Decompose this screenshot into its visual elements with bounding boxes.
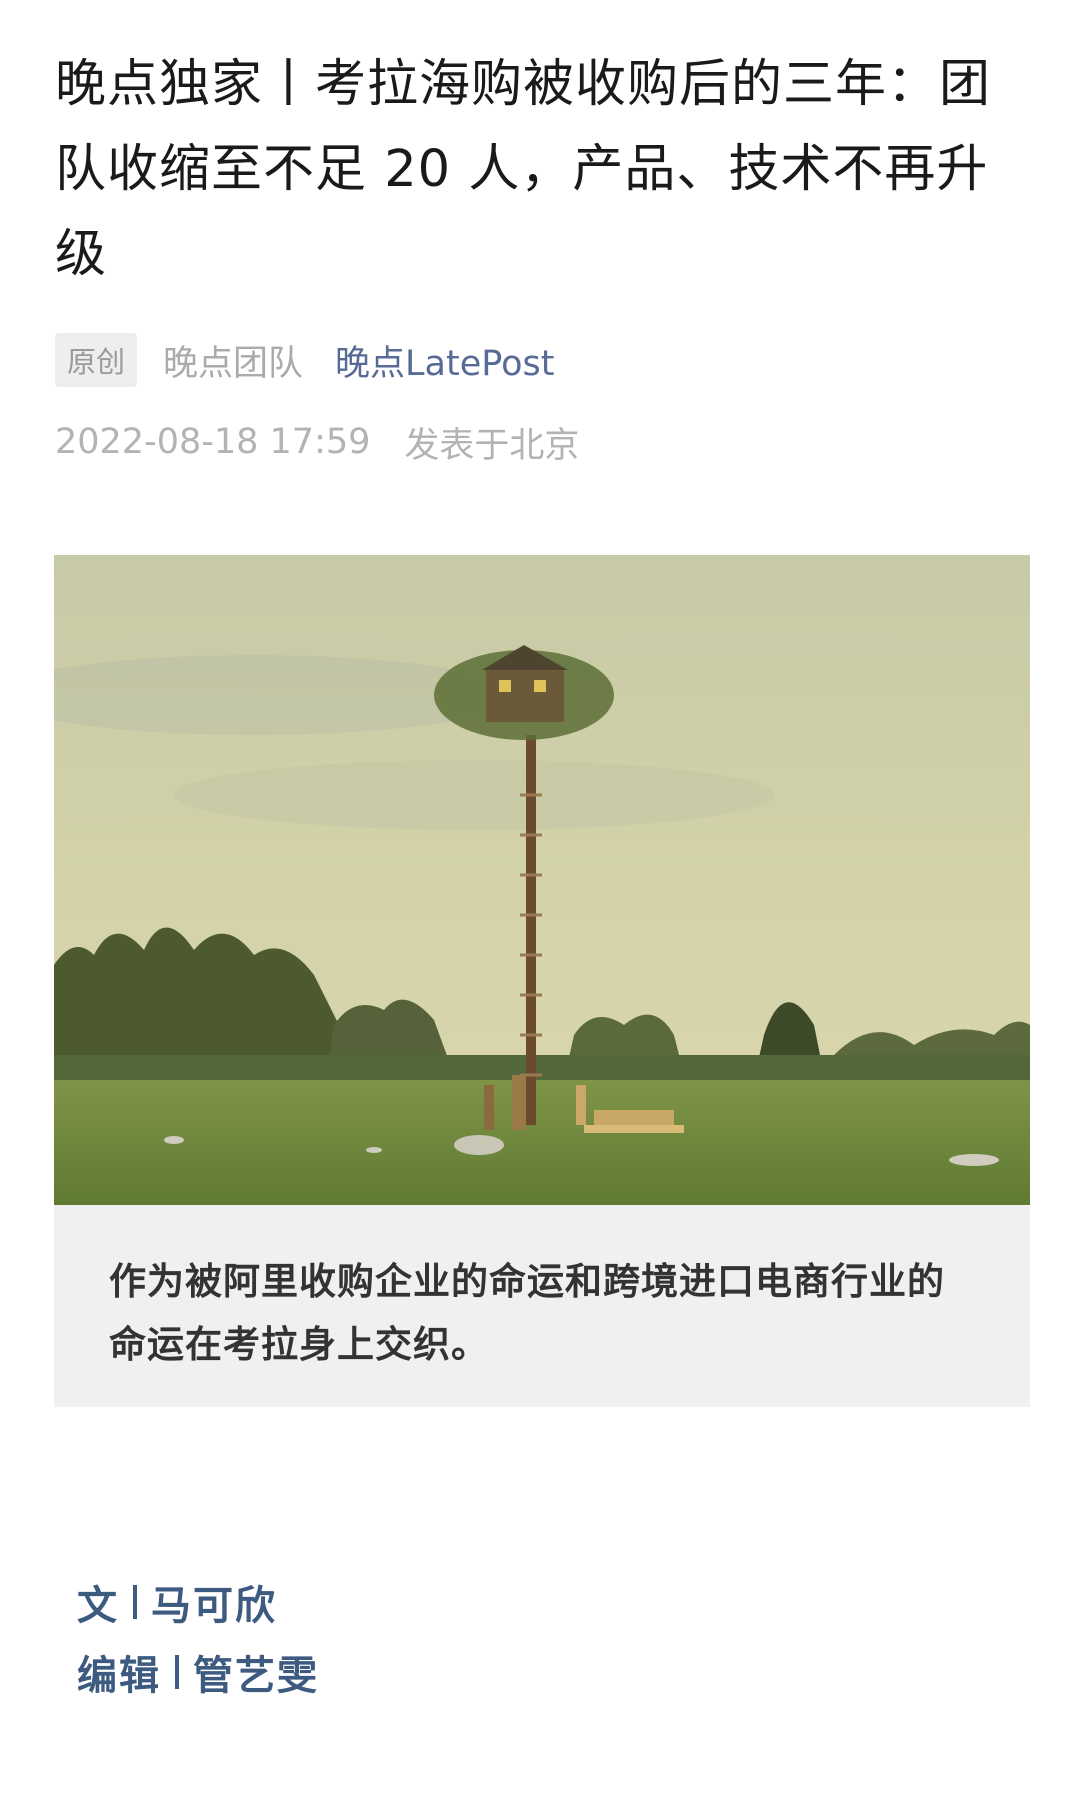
divider	[133, 1585, 137, 1619]
image-caption-box: 作为被阿里收购企业的命运和跨境进口电商行业的命运在考拉身上交织。	[54, 1205, 1030, 1407]
image-caption: 作为被阿里收购企业的命运和跨境进口电商行业的命运在考拉身上交织。	[109, 1260, 945, 1366]
divider	[175, 1655, 179, 1689]
account-name-link[interactable]: 晚点LatePost	[335, 335, 554, 386]
editor-credit: 编辑 管艺雯	[77, 1643, 319, 1701]
article-title: 晚点独家丨考拉海购被收购后的三年：团队收缩至不足 20 人，产品、技术不再升级	[55, 55, 992, 284]
credit-name: 管艺雯	[193, 1653, 319, 1699]
article-meta: 原创 晚点团队 晚点LatePost	[55, 333, 554, 387]
author-team: 晚点团队	[163, 343, 304, 384]
publish-info: 2022-08-18 17:59 发表于北京	[55, 417, 579, 467]
credit-label: 文	[77, 1583, 119, 1629]
publish-date: 2022-08-18 17:59	[55, 422, 371, 462]
publish-location: 发表于北京	[404, 425, 580, 466]
credit-name: 马可欣	[151, 1583, 277, 1629]
credit-label: 编辑	[77, 1653, 161, 1699]
author-credit: 文 马可欣	[77, 1573, 277, 1631]
original-badge: 原创	[55, 333, 138, 387]
hero-image[interactable]	[54, 555, 1030, 1205]
